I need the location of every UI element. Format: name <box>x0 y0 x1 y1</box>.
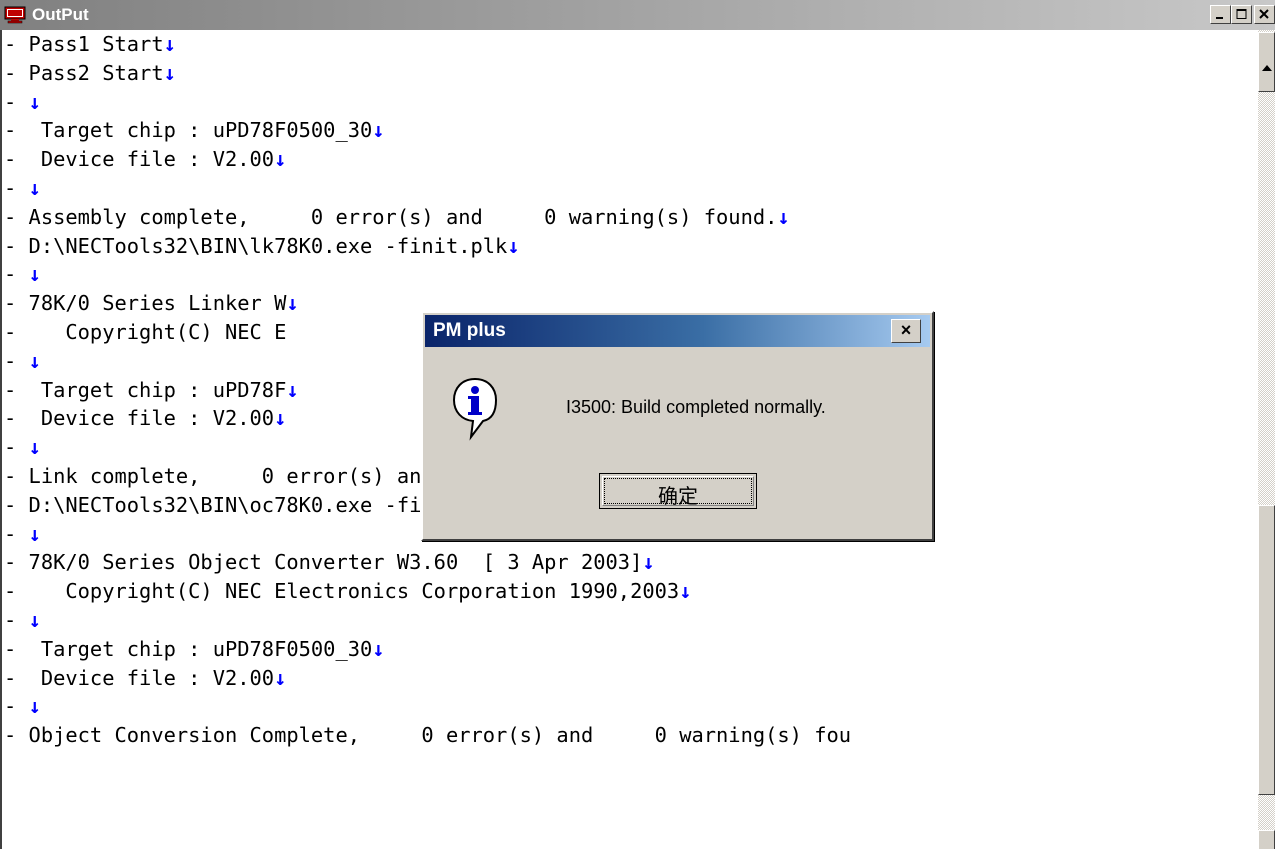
output-line-text: - Copyright(C) NEC Electronics Corporati… <box>4 579 680 604</box>
line-end-arrow-icon: ↓ <box>28 262 41 287</box>
line-end-arrow-icon: ↓ <box>28 348 41 373</box>
line-end-arrow-icon: ↓ <box>372 118 385 143</box>
line-end-arrow-icon: ↓ <box>28 89 41 114</box>
line-end-arrow-icon: ↓ <box>286 377 299 402</box>
close-icon <box>1259 9 1269 19</box>
line-end-arrow-icon: ↓ <box>274 147 287 172</box>
line-end-arrow-icon: ↓ <box>274 665 287 690</box>
output-line: - Copyright(C) NEC Electronics Corporati… <box>4 577 851 606</box>
output-line-text: - <box>4 175 29 200</box>
output-line: - ↓ <box>4 692 851 721</box>
message-dialog: PM plus × I3500: Build completed normall… <box>421 311 934 541</box>
output-line-text: - 78K/0 Series Object Converter W3.60 [ … <box>4 550 643 575</box>
line-end-arrow-icon: ↓ <box>777 204 790 229</box>
ok-button[interactable]: 确定 <box>599 473 757 509</box>
output-line: - Device file : V2.00↓ <box>4 145 851 174</box>
line-end-arrow-icon: ↓ <box>642 550 655 575</box>
info-icon <box>452 377 498 441</box>
output-line: - Target chip : uPD78F0500_30↓ <box>4 116 851 145</box>
line-end-arrow-icon: ↓ <box>28 521 41 546</box>
output-line: - Object Conversion Complete, 0 error(s)… <box>4 721 851 750</box>
output-line: - D:\NECTools32\BIN\lk78K0.exe -finit.pl… <box>4 232 851 261</box>
output-line: - ↓ <box>4 88 851 117</box>
scroll-up-arrow-icon <box>1262 65 1272 71</box>
ok-button-label: 确定 <box>658 484 698 508</box>
output-line-text: - <box>4 435 29 460</box>
line-end-arrow-icon: ↓ <box>28 607 41 632</box>
output-line-text: - <box>4 694 29 719</box>
maximize-button[interactable] <box>1231 5 1252 24</box>
app-icon <box>4 6 26 24</box>
output-line-text: - Object Conversion Complete, 0 error(s)… <box>4 723 852 748</box>
output-line-text: - Device file : V2.00 <box>4 665 275 690</box>
dialog-message: I3500: Build completed normally. <box>566 397 826 417</box>
line-end-arrow-icon: ↓ <box>28 435 41 460</box>
line-end-arrow-icon: ↓ <box>28 694 41 719</box>
output-line: - ↓ <box>4 174 851 203</box>
output-line-text: - Assembly complete, 0 error(s) and 0 wa… <box>4 204 778 229</box>
output-line: - Pass2 Start↓ <box>4 59 851 88</box>
output-line-text: - <box>4 262 29 287</box>
dialog-close-button[interactable]: × <box>891 319 921 343</box>
scrollbar-thumb[interactable] <box>1258 505 1275 795</box>
output-line-text: - Target chip : uPD78F0500_30 <box>4 636 373 661</box>
output-line-text: - Device file : V2.00 <box>4 147 275 172</box>
output-line-text: - <box>4 348 29 373</box>
output-line: - Assembly complete, 0 error(s) and 0 wa… <box>4 203 851 232</box>
line-end-arrow-icon: ↓ <box>507 233 520 258</box>
output-line-text: - <box>4 521 29 546</box>
dialog-titlebar[interactable]: PM plus × <box>425 315 930 347</box>
output-line: - Pass1 Start↓ <box>4 30 851 59</box>
output-line-text: - 78K/0 Series Linker W <box>4 291 287 316</box>
output-line: - ↓ <box>4 260 851 289</box>
line-end-arrow-icon: ↓ <box>372 636 385 661</box>
output-line: - ↓ <box>4 606 851 635</box>
output-line-text: - <box>4 607 29 632</box>
close-button[interactable] <box>1254 5 1275 24</box>
output-line-text: - Target chip : uPD78F <box>4 377 287 402</box>
output-line: - 78K/0 Series Object Converter W3.60 [ … <box>4 548 851 577</box>
output-line-text: - <box>4 89 29 114</box>
window-titlebar[interactable]: OutPut <box>0 0 1275 30</box>
line-end-arrow-icon: ↓ <box>274 406 287 431</box>
line-end-arrow-icon: ↓ <box>163 60 176 85</box>
output-line-text: - Pass1 Start <box>4 32 164 56</box>
output-line-text: - Target chip : uPD78F0500_30 <box>4 118 373 143</box>
minimize-icon <box>1216 17 1223 19</box>
output-line: - Target chip : uPD78F0500_30↓ <box>4 635 851 664</box>
line-end-arrow-icon: ↓ <box>163 32 176 56</box>
window-title: OutPut <box>32 5 89 24</box>
line-end-arrow-icon: ↓ <box>286 291 299 316</box>
minimize-button[interactable] <box>1210 5 1231 24</box>
output-line: - Device file : V2.00↓ <box>4 664 851 693</box>
dialog-title: PM plus <box>433 320 506 341</box>
output-line-text: - Device file : V2.00 <box>4 406 275 431</box>
scroll-down-button[interactable] <box>1258 830 1275 849</box>
output-line-text: - Pass2 Start <box>4 60 164 85</box>
maximize-icon <box>1236 9 1247 19</box>
scroll-up-button[interactable] <box>1258 32 1275 92</box>
line-end-arrow-icon: ↓ <box>679 579 692 604</box>
line-end-arrow-icon: ↓ <box>28 175 41 200</box>
output-line-text: - D:\NECTools32\BIN\lk78K0.exe -finit.pl… <box>4 233 508 258</box>
